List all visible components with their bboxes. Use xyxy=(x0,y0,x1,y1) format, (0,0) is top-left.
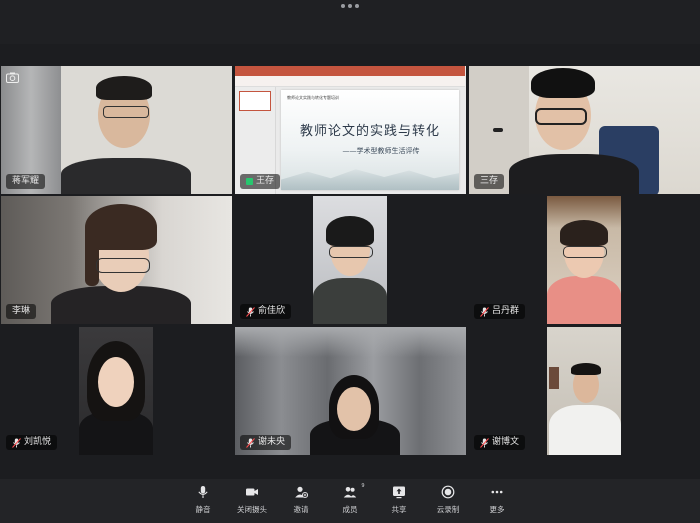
video-tile[interactable]: 教师论文实践与转化专题培训 教师论文的实践与转化 ——学术型教师生活评传 王存 xyxy=(235,66,466,194)
participant-name-tag: 蒋军耀 xyxy=(6,174,46,189)
more-dots-icon[interactable] xyxy=(341,3,359,9)
share-button[interactable]: 共享 xyxy=(375,479,424,519)
mute-button[interactable]: 静音 xyxy=(179,479,228,519)
video-tile[interactable]: 俞佳欣 xyxy=(235,196,466,324)
record-icon xyxy=(441,485,455,499)
mic-muted-icon xyxy=(246,437,255,448)
microphone-icon xyxy=(198,486,208,498)
invite-label: 邀请 xyxy=(293,505,309,514)
cloud-record-label: 云录制 xyxy=(436,505,460,514)
video-tile[interactable]: 谢博文 xyxy=(469,327,700,455)
members-button[interactable]: 9 成员 xyxy=(326,479,375,519)
video-tile[interactable]: 蒋军耀 xyxy=(1,66,232,194)
more-button[interactable]: 更多 xyxy=(473,479,522,519)
mute-label: 静音 xyxy=(195,505,211,514)
meeting-toolbar: 静音 关闭摄头 邀请 9 成员 共享 云录制 更多 xyxy=(0,479,700,523)
cloud-record-button[interactable]: 云录制 xyxy=(424,479,473,519)
mic-muted-icon xyxy=(480,437,489,448)
participant-name: 谢未央 xyxy=(258,437,286,447)
video-gallery: 蒋军耀 教师论文实践与转化专题培训 教师论文的实践与转化 ——学术型教师生活评传… xyxy=(0,44,700,479)
participant-name-tag: 谢未央 xyxy=(240,435,292,450)
participant-name: 三存 xyxy=(480,176,499,186)
participant-name-tag: 吕丹群 xyxy=(474,304,526,319)
stop-video-label: 关闭摄头 xyxy=(237,505,267,514)
participant-name: 俞佳欣 xyxy=(258,306,286,316)
ppt-ribbon xyxy=(235,66,465,76)
stop-video-button[interactable]: 关闭摄头 xyxy=(228,479,277,519)
slide-subtitle: ——学术型教师生活评传 xyxy=(342,147,420,155)
invite-user-icon xyxy=(295,486,308,499)
camera-icon[interactable] xyxy=(6,72,19,83)
members-icon xyxy=(343,487,357,498)
mic-muted-icon xyxy=(246,306,255,317)
participant-name-tag: 三存 xyxy=(474,174,505,189)
participant-name: 蒋军耀 xyxy=(12,176,40,186)
participant-name-tag: 王存 xyxy=(240,174,281,189)
participant-name: 刘凯悦 xyxy=(24,437,52,447)
participant-name: 王存 xyxy=(256,176,275,186)
invite-button[interactable]: 邀请 xyxy=(277,479,326,519)
video-tile[interactable]: 吕丹群 xyxy=(469,196,700,324)
members-label: 成员 xyxy=(342,505,358,514)
ink-mountain-decoration xyxy=(281,169,459,190)
video-tile[interactable]: 谢未央 xyxy=(235,327,466,455)
more-icon xyxy=(491,490,503,494)
mic-muted-icon xyxy=(480,306,489,317)
top-bar xyxy=(0,0,700,44)
mic-muted-icon xyxy=(12,437,21,448)
participant-name-tag: 李琳 xyxy=(6,304,37,319)
members-count-badge: 9 xyxy=(361,483,365,489)
participant-name: 吕丹群 xyxy=(492,306,520,316)
slide-thumbnail xyxy=(239,91,271,111)
share-label: 共享 xyxy=(391,505,407,514)
participant-name-tag: 谢博文 xyxy=(474,435,526,450)
participant-name: 李琳 xyxy=(12,306,31,316)
video-tile[interactable]: 三存 xyxy=(469,66,700,194)
slide-title: 教师论文的实践与转化 xyxy=(299,124,440,139)
video-tile[interactable]: 刘凯悦 xyxy=(1,327,232,455)
more-label: 更多 xyxy=(489,505,505,514)
share-screen-icon xyxy=(393,486,405,499)
slide-header: 教师论文实践与转化专题培训 xyxy=(287,95,339,100)
slide-canvas: 教师论文实践与转化专题培训 教师论文的实践与转化 ——学术型教师生活评传 xyxy=(281,90,459,190)
participant-name-tag: 刘凯悦 xyxy=(6,435,58,450)
video-camera-icon xyxy=(246,488,258,496)
screen-share-icon xyxy=(246,178,253,185)
participant-name: 谢博文 xyxy=(492,437,520,447)
participant-name-tag: 俞佳欣 xyxy=(240,304,292,319)
video-tile[interactable]: 李琳 xyxy=(1,196,232,324)
ppt-toolbar xyxy=(235,76,465,87)
